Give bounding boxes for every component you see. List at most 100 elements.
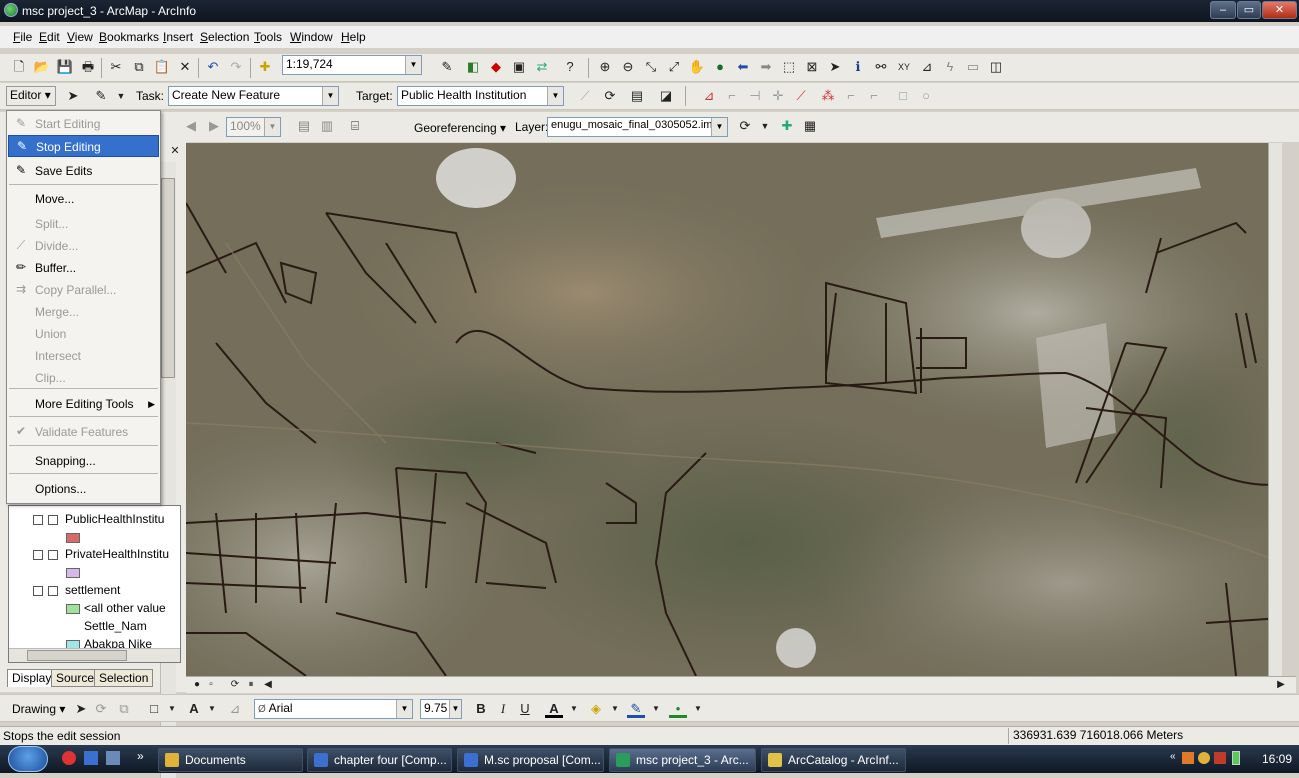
font-color-icon[interactable]: A — [545, 700, 563, 718]
circle-tool-icon[interactable]: ○ — [917, 87, 935, 105]
georeferencing-menu[interactable]: Georeferencing ▾ — [414, 121, 506, 135]
sketch-properties-icon[interactable]: ◪ — [657, 87, 675, 105]
menu-item-merge[interactable]: Merge... — [8, 301, 159, 323]
select-elements-icon[interactable]: ➤ — [826, 58, 844, 76]
menu-item-clip[interactable]: Clip... — [8, 367, 159, 389]
menu-selection[interactable]: Selection — [200, 30, 249, 44]
text-tool-icon[interactable]: A — [185, 700, 203, 718]
explode-icon[interactable]: ⁂ — [819, 87, 837, 105]
scroll-right-icon[interactable]: ▶ — [1274, 676, 1288, 690]
delete-icon[interactable]: ✕ — [176, 58, 194, 76]
rectangle-icon[interactable]: □ — [145, 700, 163, 718]
tray-antivirus-icon[interactable] — [1214, 752, 1226, 764]
tab-selection[interactable]: Selection — [94, 669, 154, 687]
taskbar-item[interactable]: chapter four [Comp... — [307, 748, 452, 772]
split-tool-icon[interactable]: ⟋ — [576, 87, 594, 105]
menu-item-validate-features[interactable]: ✔ Validate Features — [8, 421, 159, 443]
collapse-toggle[interactable] — [33, 586, 43, 596]
edit-tool-arrow-icon[interactable]: ➤ — [64, 87, 82, 105]
rotate-layer-icon[interactable]: ⟳ — [736, 117, 754, 135]
menu-bookmarks[interactable]: Bookmarks — [99, 30, 159, 44]
tab-display[interactable]: Display — [7, 669, 57, 687]
select-features-icon[interactable]: ⬚ — [780, 58, 798, 76]
marker-color-dropdown-icon[interactable]: ▼ — [689, 700, 707, 718]
generalize-icon[interactable]: ⌐ — [842, 87, 860, 105]
identify-icon[interactable]: ℹ — [849, 58, 867, 76]
menu-edit[interactable]: Edit — [39, 30, 60, 44]
fill-color-dropdown-icon[interactable]: ▼ — [606, 700, 624, 718]
layer-visibility-checkbox[interactable] — [48, 586, 58, 596]
drawing-menu[interactable]: Drawing ▾ — [12, 702, 65, 716]
clear-selection-icon[interactable]: ⊠ — [803, 58, 821, 76]
new-document-icon[interactable]: 🗋 — [10, 58, 28, 76]
menu-file[interactable]: File — [13, 30, 32, 44]
smooth-icon[interactable]: ⌐ — [865, 87, 883, 105]
construct-icon[interactable]: ⟋ — [792, 87, 810, 105]
redo-icon[interactable]: ↷ — [227, 58, 245, 76]
save-icon[interactable]: 💾 — [56, 58, 74, 76]
cut-icon[interactable]: ✂ — [107, 58, 125, 76]
zoom-to-elements-icon[interactable]: ⧉ — [115, 700, 133, 718]
rotate-element-icon[interactable]: ⟳ — [92, 700, 110, 718]
marker-color-icon[interactable]: • — [669, 700, 687, 718]
layout-pan-icon[interactable]: ▥ — [318, 117, 336, 135]
menu-item-divide[interactable]: ⟋ Divide... — [8, 235, 159, 257]
tab-source[interactable]: Source — [51, 669, 100, 687]
bold-button[interactable]: B — [472, 700, 490, 718]
edit-vertices-icon[interactable]: ⊿ — [226, 700, 244, 718]
switch-windows-icon[interactable] — [106, 751, 120, 765]
fixed-zoom-out-icon[interactable]: ⤢ — [665, 58, 683, 76]
toc-layer-name[interactable]: settlement — [65, 583, 120, 597]
close-button[interactable]: ✕ — [1262, 1, 1297, 19]
toc-layer-name[interactable]: PrivateHealthInstitu — [65, 547, 169, 561]
menu-tools[interactable]: Tools — [254, 30, 282, 44]
shape-dropdown-icon[interactable]: ▼ — [163, 700, 181, 718]
back-extent-icon[interactable]: ⬅ — [734, 58, 752, 76]
copy-icon[interactable]: ⧉ — [130, 58, 148, 76]
fixed-zoom-in-icon[interactable]: ⤡ — [642, 58, 660, 76]
menu-item-more-editing-tools[interactable]: More Editing Tools ▶ — [8, 393, 159, 415]
command-line-icon[interactable]: ▣ — [510, 58, 528, 76]
toc-close-icon[interactable]: ✕ — [168, 144, 182, 158]
menu-window[interactable]: Window — [290, 30, 333, 44]
tray-expand-icon[interactable]: « — [1170, 751, 1176, 762]
tray-app-icon[interactable] — [1198, 752, 1210, 764]
underline-button[interactable]: U — [516, 700, 534, 718]
menu-item-split[interactable]: Split... — [8, 213, 159, 235]
font-size-combo[interactable]: 9.75 ▼ — [420, 699, 462, 719]
time-slider-icon[interactable]: ◫ — [987, 58, 1005, 76]
battery-icon[interactable] — [1232, 751, 1240, 765]
target-combo[interactable]: Public Health Institution ▼ — [397, 86, 564, 106]
line-color-icon[interactable]: ✎ — [627, 700, 645, 718]
forward-extent-icon[interactable]: ➡ — [757, 58, 775, 76]
font-color-dropdown-icon[interactable]: ▼ — [565, 700, 583, 718]
tray-app-icon[interactable] — [1182, 752, 1194, 764]
more-quicklaunch-chevron-icon[interactable]: » — [137, 749, 144, 763]
hyperlink-icon[interactable]: ϟ — [941, 58, 959, 76]
attributes-icon[interactable]: ▤ — [628, 87, 646, 105]
print-icon[interactable]: 🖶 — [79, 58, 97, 76]
html-popup-icon[interactable]: ▭ — [964, 58, 982, 76]
refresh-icon[interactable]: ⟳ — [228, 676, 242, 690]
map-vertical-scrollbar[interactable] — [1268, 143, 1282, 676]
extend-icon[interactable]: ⊣ — [746, 87, 764, 105]
rotate-dropdown-icon[interactable]: ▼ — [756, 117, 774, 135]
arctoolbox-icon[interactable]: ◆ — [487, 58, 505, 76]
menu-insert[interactable]: Insert — [163, 30, 193, 44]
sketch-tool-pencil-icon[interactable]: ✎ — [92, 87, 110, 105]
open-icon[interactable]: 📂 — [33, 58, 51, 76]
map-scale-combo[interactable]: 1:19,724 ▼ — [282, 55, 422, 75]
fill-color-icon[interactable]: ◈ — [587, 700, 605, 718]
layer-combo[interactable]: enugu_mosaic_final_0305052.img ▼ — [547, 117, 728, 137]
toc-hscroll-thumb[interactable] — [27, 650, 127, 661]
intersection-icon[interactable]: ✛ — [769, 87, 787, 105]
next-page-icon[interactable]: ▶ — [205, 117, 223, 135]
symbol-swatch[interactable] — [66, 533, 80, 543]
taskbar-item[interactable]: Documents — [158, 748, 303, 772]
link-table-icon[interactable]: ▦ — [801, 117, 819, 135]
menu-item-options[interactable]: Options... — [8, 478, 159, 500]
menu-view[interactable]: View — [67, 30, 93, 44]
toc-scroll-thumb[interactable] — [161, 178, 175, 378]
add-control-points-icon[interactable]: ✚ — [778, 117, 796, 135]
paste-icon[interactable]: 📋 — [153, 58, 171, 76]
